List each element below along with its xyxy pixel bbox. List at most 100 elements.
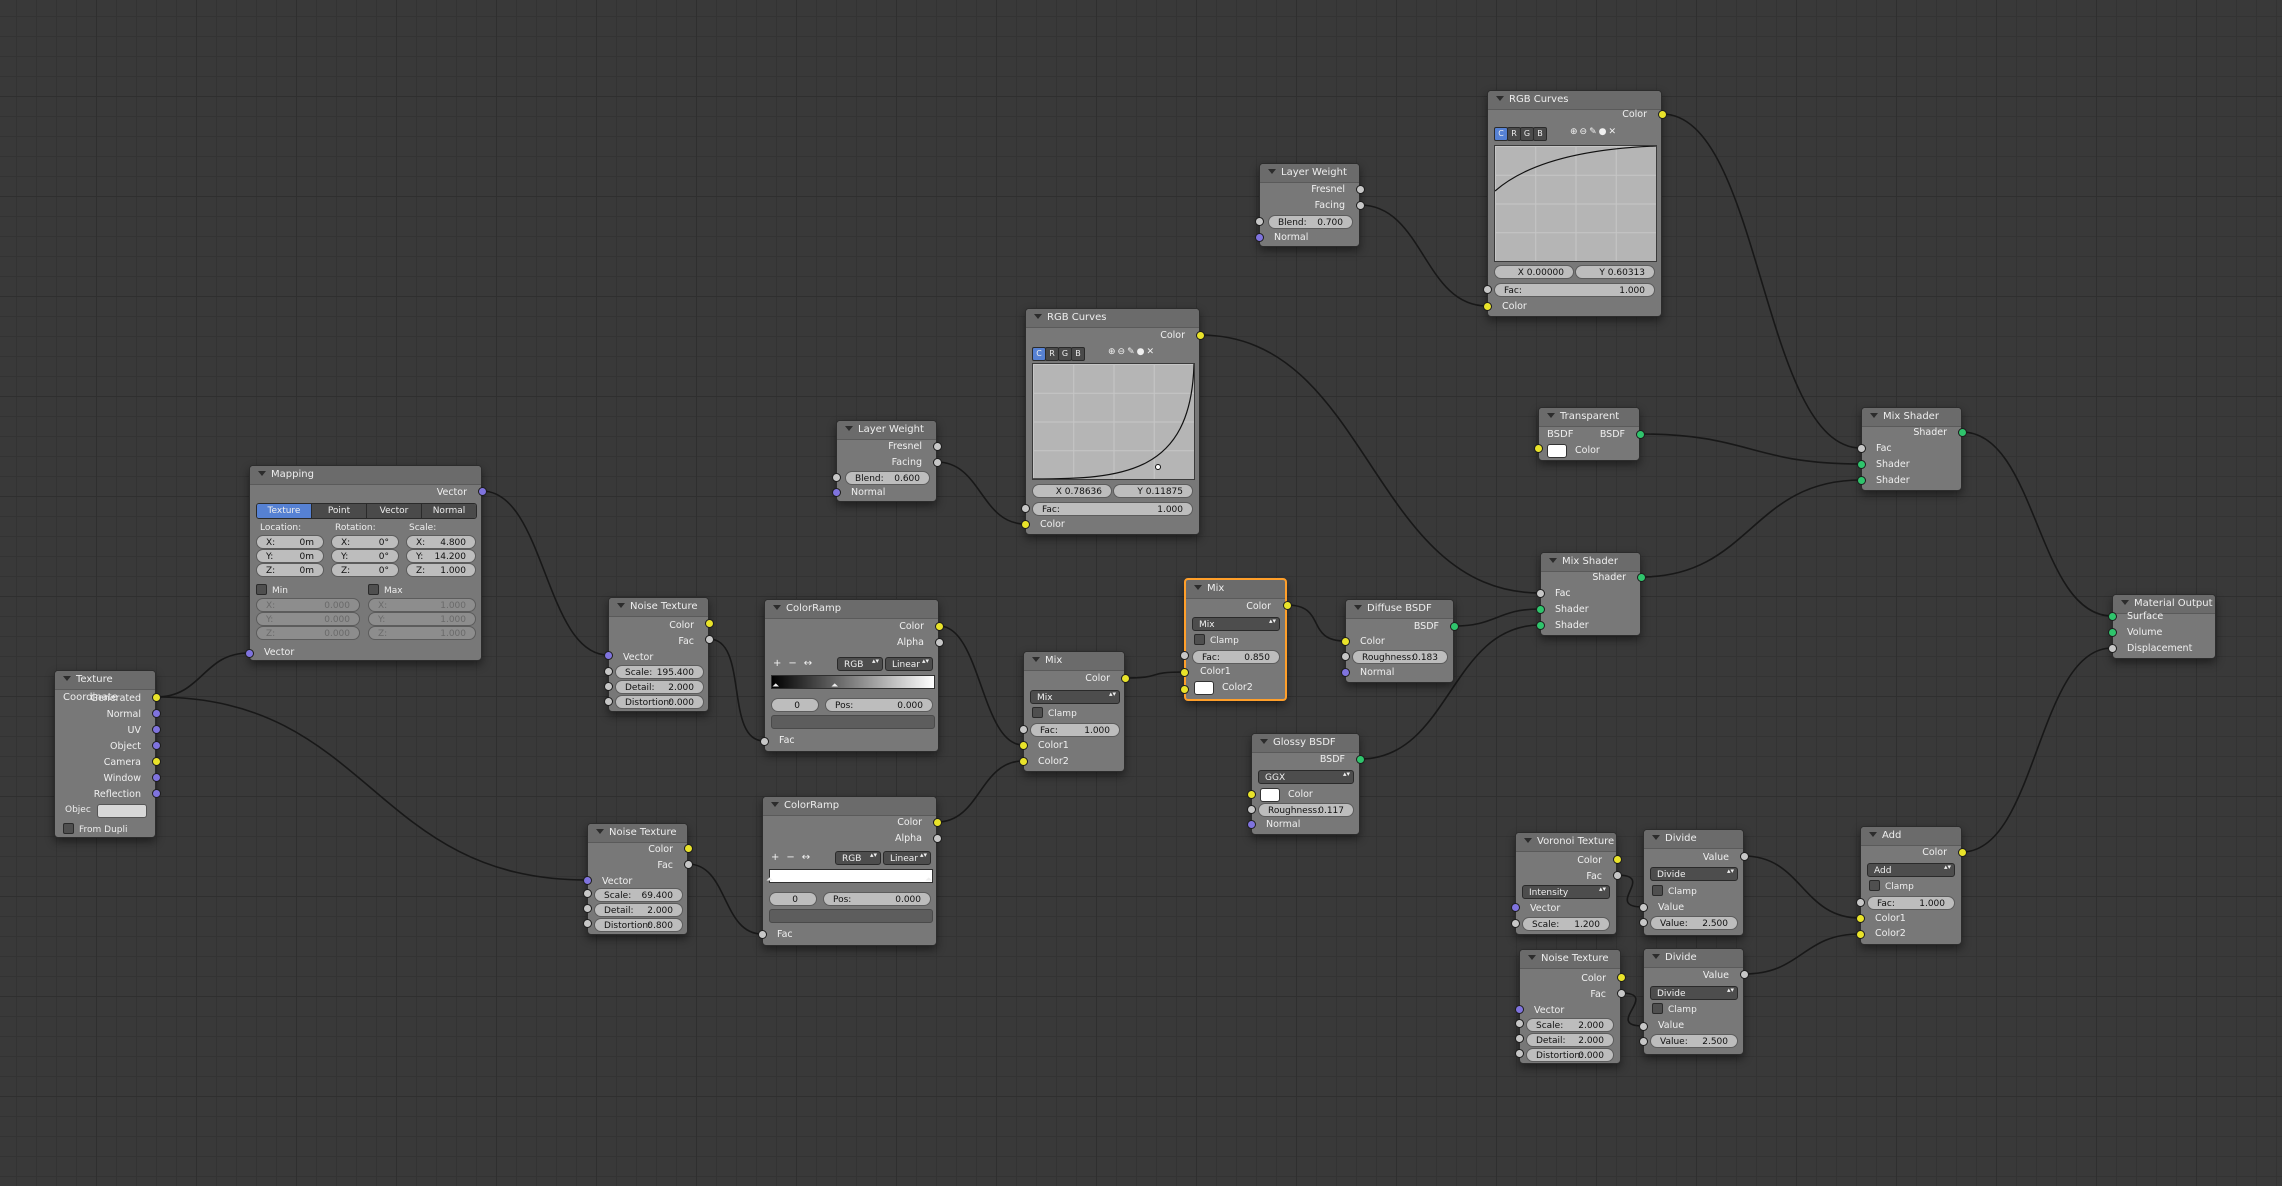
location-x-field[interactable]: X: 0m: [256, 535, 324, 549]
socket-mo-surf[interactable]: [2107, 611, 2117, 621]
collapse-icon[interactable]: [617, 603, 625, 608]
socket-m2-c2[interactable]: [1179, 684, 1189, 694]
node-link[interactable]: [1616, 874, 1644, 908]
socket-l2-fre[interactable]: [1355, 184, 1365, 194]
min-checkbox[interactable]: Min: [256, 584, 288, 597]
node-header[interactable]: Texture Coordinate: [55, 671, 155, 703]
socket-d1-v[interactable]: [1638, 917, 1648, 927]
roughness-field[interactable]: Roughness: 0.117: [1258, 803, 1354, 817]
blend-field[interactable]: Blend: 0.700: [1268, 215, 1353, 229]
node-header[interactable]: Mix Shader: [1541, 553, 1640, 572]
socket-n1-col[interactable]: [704, 618, 714, 628]
ramp-interpolation-select[interactable]: Linear: [885, 657, 933, 671]
socket-n2-vec[interactable]: [582, 875, 592, 885]
from-dupli-checkbox[interactable]: From Dupli: [63, 823, 128, 836]
socket-d1-out[interactable]: [1739, 851, 1749, 861]
node-voronoi-texture[interactable]: Voronoi Texture Color Fac Intensity Vect…: [1515, 832, 1617, 935]
collapse-icon[interactable]: [1870, 413, 1878, 418]
socket-r2-fac[interactable]: [757, 929, 767, 939]
node-header[interactable]: Mapping: [250, 466, 481, 485]
socket-d2-v[interactable]: [1638, 1036, 1648, 1046]
ramp-stop-marker-icon[interactable]: ⏶: [772, 681, 779, 691]
socket-tc-obj[interactable]: [151, 740, 161, 750]
socket-d1-in[interactable]: [1638, 902, 1648, 912]
socket-c1-out[interactable]: [1195, 330, 1205, 340]
ramp-stop-color-swatch[interactable]: [769, 909, 933, 923]
collapse-icon[interactable]: [1496, 96, 1504, 101]
node-header[interactable]: Transparent BSDF: [1539, 408, 1639, 440]
socket-tc-uv[interactable]: [151, 724, 161, 734]
node-header[interactable]: Noise Texture: [1520, 950, 1620, 969]
math-operation-select[interactable]: Divide: [1650, 986, 1738, 1000]
ramp-stop-index-field[interactable]: 0: [769, 892, 817, 906]
socket-ad-fac[interactable]: [1855, 897, 1865, 907]
socket-n1-s[interactable]: [603, 666, 613, 676]
node-rgb-curves-2[interactable]: RGB Curves Color C R G B ⊕⊖✎●✕ X 0.00000…: [1487, 90, 1662, 317]
curve-point-x-field[interactable]: X 0.00000: [1494, 265, 1574, 279]
socket-c2-fac[interactable]: [1482, 284, 1492, 294]
node-mix-shader-1[interactable]: Mix Shader Shader Fac Shader Shader: [1540, 552, 1641, 636]
scale-z-field[interactable]: Z: 1.000: [406, 563, 476, 577]
socket-gl-out[interactable]: [1355, 754, 1365, 764]
collapse-icon[interactable]: [1194, 585, 1202, 590]
clamp-checkbox[interactable]: Clamp: [1194, 634, 1239, 647]
node-header[interactable]: RGB Curves: [1488, 91, 1661, 110]
node-header[interactable]: Noise Texture: [588, 824, 687, 843]
socket-tr-col[interactable]: [1533, 443, 1543, 453]
curve-channel-c-button[interactable]: C: [1032, 347, 1046, 361]
curve-graph[interactable]: [1494, 145, 1657, 262]
ramp-stop-marker-icon[interactable]: ⏶: [766, 875, 773, 885]
node-link[interactable]: [936, 461, 1026, 525]
scale-field[interactable]: Scale: 195.400: [615, 665, 704, 679]
socket-n1-d[interactable]: [603, 681, 613, 691]
curve-channel-b-button[interactable]: B: [1071, 347, 1085, 361]
node-divide-1[interactable]: Divide Value Divide Clamp Value Value:2.…: [1643, 829, 1744, 936]
tab-point[interactable]: Point: [311, 504, 366, 518]
socket-n1-vec[interactable]: [603, 650, 613, 660]
socket-n3-fac[interactable]: [1616, 988, 1626, 998]
node-noise-texture-1[interactable]: Noise Texture Color Fac Vector Scale: 195…: [608, 597, 709, 712]
socket-mo-vol[interactable]: [2107, 627, 2117, 637]
socket-ad-c1[interactable]: [1855, 913, 1865, 923]
roughness-field[interactable]: Roughness: 0.183: [1352, 650, 1448, 664]
rotation-z-field[interactable]: Z: 0°: [331, 563, 399, 577]
collapse-icon[interactable]: [845, 426, 853, 431]
socket-r2-col[interactable]: [932, 817, 942, 827]
color-swatch[interactable]: [1547, 444, 1567, 458]
collapse-icon[interactable]: [1260, 739, 1268, 744]
node-glossy-bsdf[interactable]: Glossy BSDF BSDF GGX Color Roughness:0.1…: [1251, 733, 1360, 835]
mapping-type-tabs[interactable]: Texture Point Vector Normal: [256, 503, 477, 519]
socket-r2-alp[interactable]: [932, 833, 942, 843]
node-color-ramp-2[interactable]: ColorRamp Color Alpha +−↔ RGB Linear ⏶ ⏶…: [762, 796, 937, 946]
rotation-x-field[interactable]: X: 0°: [331, 535, 399, 549]
collapse-icon[interactable]: [63, 676, 71, 681]
node-header[interactable]: ColorRamp: [765, 600, 938, 619]
socket-ms1-s1[interactable]: [1535, 604, 1545, 614]
collapse-icon[interactable]: [771, 802, 779, 807]
node-noise-texture-3[interactable]: Noise Texture Color Fac Vector Scale: 2.0…: [1519, 949, 1621, 1064]
collapse-icon[interactable]: [1547, 413, 1555, 418]
tab-normal[interactable]: Normal: [421, 504, 476, 518]
fac-field[interactable]: Fac: 1.000: [1032, 502, 1193, 516]
object-field[interactable]: [97, 804, 147, 818]
socket-n3-d[interactable]: [1514, 1033, 1524, 1043]
node-texture-coordinate[interactable]: Texture Coordinate Generated Normal UV O…: [54, 670, 156, 838]
socket-mo-disp[interactable]: [2107, 643, 2117, 653]
node-transparent-bsdf[interactable]: Transparent BSDF BSDF Color: [1538, 407, 1640, 461]
ramp-position-field[interactable]: Pos: 0.000: [823, 892, 931, 906]
socket-m1-out[interactable]: [1120, 673, 1130, 683]
socket-vo-s[interactable]: [1510, 918, 1520, 928]
node-link[interactable]: [1961, 647, 2113, 853]
curve-graph[interactable]: [1032, 363, 1195, 480]
node-header[interactable]: Voronoi Texture: [1516, 833, 1616, 852]
socket-df-n[interactable]: [1340, 667, 1350, 677]
value-field[interactable]: Value: 2.500: [1650, 1034, 1738, 1048]
socket-ms2-s2[interactable]: [1856, 475, 1866, 485]
node-header[interactable]: Glossy BSDF: [1252, 734, 1359, 753]
socket-n2-col[interactable]: [683, 843, 693, 853]
collapse-icon[interactable]: [2121, 600, 2129, 605]
curve-point-y-field[interactable]: Y 0.11875: [1113, 484, 1193, 498]
distribution-select[interactable]: GGX: [1258, 770, 1354, 784]
value-field[interactable]: Value: 2.500: [1650, 916, 1738, 930]
blend-mode-select[interactable]: Mix: [1192, 617, 1280, 631]
